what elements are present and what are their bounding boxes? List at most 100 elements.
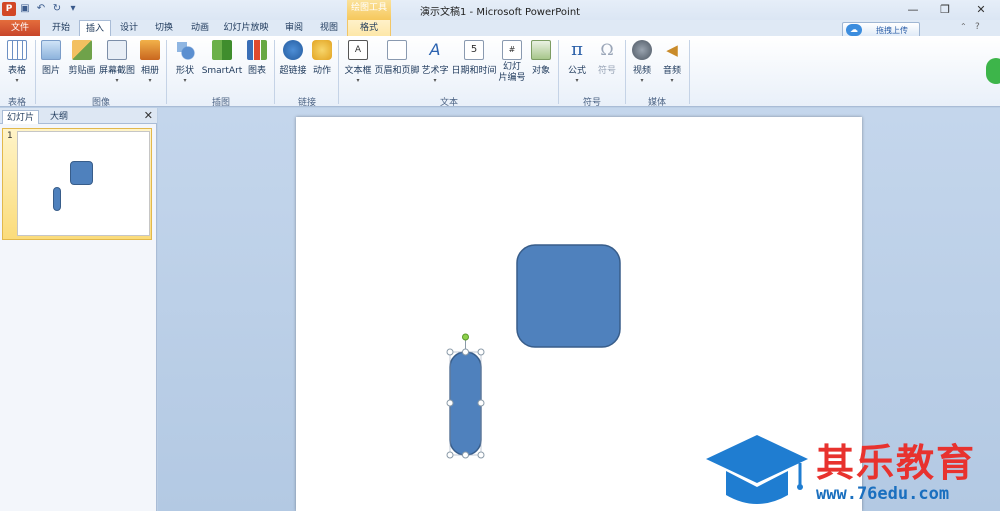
screenshot-icon	[107, 40, 127, 60]
minimize-ribbon-icon[interactable]: ⌃	[960, 22, 967, 31]
equation-button[interactable]: π 公式 ▾	[564, 40, 590, 85]
drawing-tools-label: 绘图工具	[347, 0, 391, 20]
chevron-down-icon: ▾	[640, 77, 644, 84]
help-icon[interactable]: ?	[975, 22, 980, 32]
resize-handle-w[interactable]	[446, 399, 454, 407]
resize-handle-nw[interactable]	[446, 348, 454, 356]
watermark-title: 其乐教育	[816, 441, 977, 485]
group-illustrations-label: 插图	[211, 98, 230, 108]
symbol-label: 符号	[597, 66, 616, 76]
action-button[interactable]: 动作	[310, 40, 334, 77]
chevron-down-icon: ▾	[115, 77, 119, 84]
film-reel-icon	[632, 40, 652, 60]
thumbnail-rect-shape	[53, 187, 61, 211]
slide-thumbnail[interactable]	[17, 131, 150, 236]
group-divider	[35, 40, 36, 104]
picture-icon	[41, 40, 61, 60]
restore-button[interactable]: ❐	[928, 0, 962, 20]
symbol-button[interactable]: Ω 符号	[594, 40, 620, 77]
chart-button[interactable]: 图表	[246, 40, 268, 77]
tab-slideshow[interactable]: 幻灯片放映	[220, 20, 272, 36]
shapes-button[interactable]: 形状 ▾	[172, 40, 198, 85]
header-footer-button[interactable]: 页眉和页脚	[373, 40, 421, 77]
shapes-icon	[175, 40, 195, 60]
close-button[interactable]: ✕	[964, 0, 998, 20]
chevron-down-icon: ▾	[433, 77, 437, 84]
resize-handle-sw[interactable]	[446, 451, 454, 459]
undo-icon[interactable]: ↶	[35, 2, 47, 16]
datetime-label: 日期和时间	[451, 66, 497, 76]
group-images-label: 图像	[91, 98, 110, 108]
datetime-button[interactable]: 5 日期和时间	[451, 40, 497, 77]
action-star-icon	[312, 40, 332, 60]
group-divider	[689, 40, 690, 104]
chevron-down-icon: ▾	[356, 77, 360, 84]
tab-insert[interactable]: 插入	[79, 20, 111, 37]
picture-button[interactable]: 图片	[40, 40, 62, 77]
resize-handle-s[interactable]	[462, 451, 469, 459]
resize-handle-se[interactable]	[477, 451, 485, 459]
powerpoint-icon[interactable]: P	[2, 2, 16, 16]
group-divider	[625, 40, 626, 104]
table-button[interactable]: 表格 ▾	[4, 40, 30, 85]
resize-handle-n[interactable]	[462, 348, 469, 356]
resize-handle-ne[interactable]	[477, 348, 485, 356]
album-button[interactable]: 相册 ▾	[139, 40, 161, 85]
album-label: 相册	[140, 66, 159, 76]
redo-icon[interactable]: ↻	[51, 2, 63, 16]
tab-format[interactable]: 格式	[347, 20, 391, 36]
tab-file[interactable]: 文件	[0, 20, 40, 36]
photo-album-icon	[140, 40, 160, 60]
customize-icon[interactable]: ▾	[67, 2, 79, 16]
resize-handle-e[interactable]	[477, 399, 485, 407]
minimize-button[interactable]: —	[896, 0, 930, 20]
video-button[interactable]: 视频 ▾	[630, 40, 654, 85]
tab-review[interactable]: 审阅	[278, 20, 310, 36]
clipart-label: 剪贴画	[68, 66, 96, 76]
cloud-icon: ☁	[846, 24, 862, 36]
audio-label: 音频	[662, 66, 681, 76]
tab-home[interactable]: 开始	[46, 20, 76, 36]
slide-number-button[interactable]: # 幻灯 片编号	[498, 40, 526, 84]
calendar-icon: 5	[464, 40, 484, 60]
rotation-handle[interactable]	[462, 333, 469, 341]
smartart-label: SmartArt	[201, 66, 243, 76]
window-title: 演示文稿1 - Microsoft PowerPoint	[420, 7, 581, 18]
object-button[interactable]: 对象	[529, 40, 553, 77]
tab-view[interactable]: 视图	[314, 20, 344, 36]
textbox-label: 文本框	[344, 66, 372, 76]
tab-animations[interactable]: 动画	[184, 20, 216, 36]
group-divider	[338, 40, 339, 104]
action-label: 动作	[312, 66, 331, 76]
audio-button[interactable]: ◀ 音频 ▾	[660, 40, 684, 85]
chevron-down-icon: ▾	[183, 77, 187, 84]
tab-design[interactable]: 设计	[114, 20, 144, 36]
wordart-button[interactable]: A 艺术字 ▾	[421, 40, 449, 85]
green-badge-icon[interactable]	[986, 58, 1000, 84]
rounded-rect-shape-selected[interactable]	[449, 351, 482, 456]
tab-outline[interactable]: 大纲	[46, 110, 72, 124]
tab-transitions[interactable]: 切换	[148, 20, 180, 36]
clipart-button[interactable]: 剪贴画	[67, 40, 97, 77]
close-icon[interactable]: ✕	[144, 109, 153, 122]
omega-icon: Ω	[600, 40, 614, 59]
textbox-icon: A	[348, 40, 368, 60]
smartart-button[interactable]: SmartArt	[201, 40, 243, 77]
hyperlink-button[interactable]: 超链接	[278, 40, 308, 77]
globe-link-icon	[283, 40, 303, 60]
rounded-square-shape[interactable]	[516, 244, 621, 348]
slide-thumbnail-selected[interactable]: 1	[2, 128, 152, 240]
slide-number: 1	[7, 131, 13, 141]
chevron-down-icon: ▾	[15, 77, 19, 84]
screenshot-label: 屏幕截图	[98, 66, 135, 76]
slide-number-icon: #	[502, 40, 522, 60]
textbox-button[interactable]: A 文本框 ▾	[343, 40, 373, 85]
screenshot-button[interactable]: 屏幕截图 ▾	[98, 40, 136, 85]
chevron-down-icon: ▾	[148, 77, 152, 84]
object-label: 对象	[531, 66, 550, 76]
tab-slides[interactable]: 幻灯片	[2, 110, 40, 124]
save-icon[interactable]: ▣	[19, 2, 31, 16]
wordart-label: 艺术字	[421, 66, 449, 76]
slide-number-label: 幻灯	[502, 62, 521, 72]
group-divider	[166, 40, 167, 104]
